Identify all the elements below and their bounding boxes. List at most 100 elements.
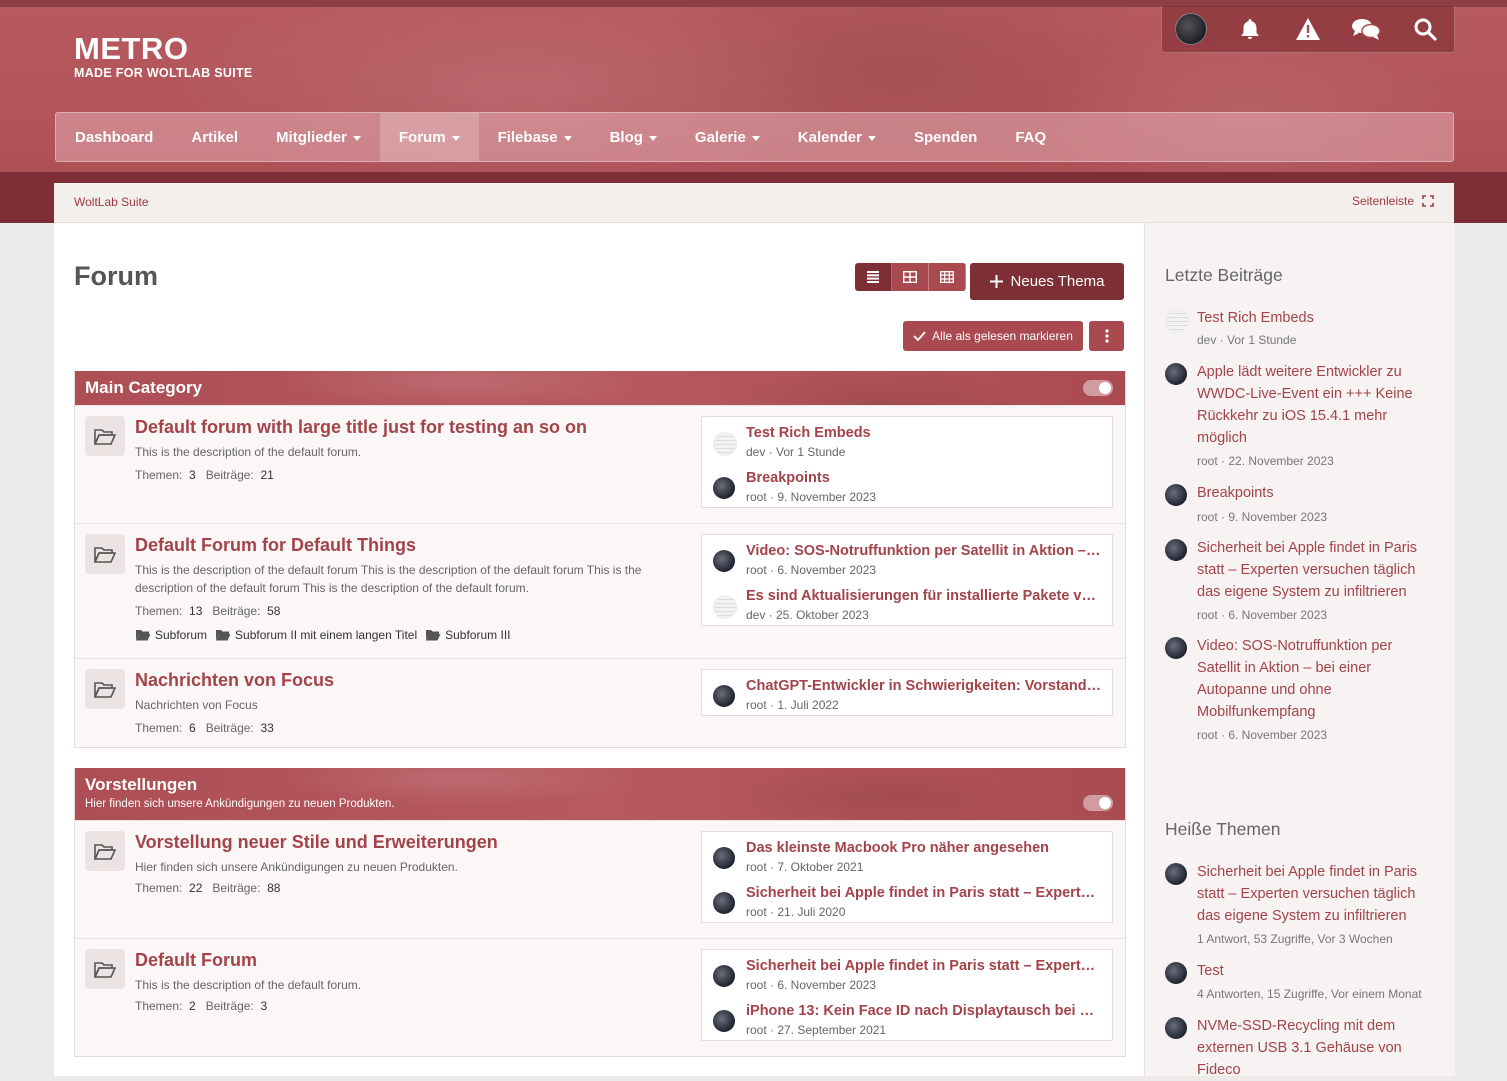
topics-count: 3 (189, 468, 196, 482)
sidebar-toggle-button[interactable]: Seitenleiste (1352, 194, 1434, 208)
sidebar-post-meta: root · 6. November 2023 (1197, 608, 1328, 622)
last-post-title[interactable]: Breakpoints (746, 470, 1102, 486)
last-post-item[interactable]: Breakpoints root · 9. November 2023 (702, 462, 1112, 507)
category-header[interactable]: Vorstellungen Hier finden sich unsere An… (75, 768, 1125, 820)
nav-galerie[interactable]: Galerie (676, 113, 779, 161)
last-posts-box: Video: SOS-Notruffunktion per Satellit i… (701, 534, 1113, 626)
moderation-button[interactable] (1291, 12, 1325, 46)
last-post-title[interactable]: Test Rich Embeds (746, 425, 1102, 441)
topics-count: 2 (189, 999, 196, 1013)
forum-title-link[interactable]: Nachrichten von Focus (135, 670, 334, 691)
user-avatar-button[interactable] (1174, 12, 1208, 46)
subforum-link[interactable]: Subforum II mit einem langen Titel (215, 628, 417, 642)
hot-topic-title[interactable]: Test (1197, 960, 1437, 982)
mark-all-read-button[interactable]: Alle als gelesen markieren (903, 321, 1083, 351)
posts-label: Beiträge: (212, 604, 261, 618)
sidebar-post-title[interactable]: Sicherheit bei Apple findet in Paris sta… (1197, 537, 1437, 603)
last-post-title[interactable]: iPhone 13: Kein Face ID nach Displaytaus… (746, 1003, 1102, 1019)
view-switcher (855, 263, 966, 291)
subforum-link[interactable]: Subforum III (425, 628, 511, 642)
topics-label: Themen: (135, 468, 183, 482)
sidebar-post-title[interactable]: Video: SOS-Notruffunktion per Satellit i… (1197, 635, 1437, 723)
last-post-item[interactable]: Test Rich Embeds dev · Vor 1 Stunde (702, 417, 1112, 462)
breadcrumb-home-link[interactable]: WoltLab Suite (74, 195, 149, 209)
nav-label: Forum (398, 128, 446, 146)
forum-description: Nachrichten von Focus (135, 698, 258, 712)
forum-title-link[interactable]: Default forum with large title just for … (135, 417, 587, 438)
avatar (713, 477, 735, 499)
sidebar-post-title[interactable]: Test Rich Embeds (1197, 307, 1437, 329)
table-view-button[interactable] (929, 263, 966, 291)
page-title: Forum (74, 261, 158, 291)
last-post-meta: root · 6. November 2023 (746, 563, 877, 577)
search-button[interactable] (1408, 12, 1442, 46)
list-view-button[interactable] (855, 263, 892, 291)
user-panel (1161, 6, 1455, 53)
nav-faq[interactable]: FAQ (996, 113, 1065, 161)
last-post-item[interactable]: iPhone 13: Kein Face ID nach Displaytaus… (702, 995, 1112, 1040)
new-thread-button[interactable]: Neues Thema (970, 263, 1124, 300)
nav-blog[interactable]: Blog (591, 113, 676, 161)
caret-down-icon (751, 135, 760, 141)
last-post-title[interactable]: ChatGPT-Entwickler in Schwierigkeiten: V… (746, 678, 1102, 694)
more-options-button[interactable] (1089, 321, 1124, 351)
forum-row[interactable]: Default Forum for Default Things This is… (75, 523, 1125, 658)
last-post-item[interactable]: Sicherheit bei Apple findet in Paris sta… (702, 950, 1112, 995)
nav-kalender[interactable]: Kalender (779, 113, 895, 161)
forum-title-link[interactable]: Vorstellung neuer Stile und Erweiterunge… (135, 832, 498, 853)
forum-stats: Themen: 2 Beiträge: 3 (135, 999, 267, 1013)
avatar (1165, 363, 1187, 385)
hot-topic-title[interactable]: Sicherheit bei Apple findet in Paris sta… (1197, 861, 1437, 927)
topics-label: Themen: (135, 999, 183, 1013)
forum-row[interactable]: Nachrichten von Focus Nachrichten von Fo… (75, 658, 1125, 747)
posts-count: 21 (260, 468, 274, 482)
folder-open-icon (136, 630, 151, 641)
forum-title-link[interactable]: Default Forum (135, 950, 257, 971)
check-icon (913, 331, 926, 341)
last-posts-box: Test Rich Embeds dev · Vor 1 Stunde Brea… (701, 416, 1113, 508)
forum-title-link[interactable]: Default Forum for Default Things (135, 535, 416, 556)
notifications-button[interactable] (1233, 12, 1267, 46)
category-collapse-toggle[interactable] (1083, 380, 1113, 396)
nav-artikel[interactable]: Artikel (172, 113, 257, 161)
posts-count: 58 (267, 604, 281, 618)
conversations-button[interactable] (1349, 12, 1383, 46)
sidebar-post-title[interactable]: Breakpoints (1197, 482, 1437, 504)
category-collapse-toggle[interactable] (1083, 795, 1113, 811)
hot-topic-title[interactable]: NVMe-SSD-Recycling mit dem externen USB … (1197, 1015, 1437, 1081)
last-post-item[interactable]: Video: SOS-Notruffunktion per Satellit i… (702, 535, 1112, 580)
forum-row[interactable]: Default Forum This is the description of… (75, 938, 1125, 1056)
last-post-title[interactable]: Sicherheit bei Apple findet in Paris sta… (746, 958, 1102, 974)
forum-stats: Themen: 3 Beiträge: 21 (135, 468, 274, 482)
last-posts-box: ChatGPT-Entwickler in Schwierigkeiten: V… (701, 669, 1113, 716)
last-post-title[interactable]: Video: SOS-Notruffunktion per Satellit i… (746, 543, 1102, 559)
avatar (713, 685, 735, 707)
last-post-item[interactable]: Das kleinste Macbook Pro näher angesehen… (702, 832, 1112, 877)
nav-filebase[interactable]: Filebase (479, 113, 591, 161)
subforum-link[interactable]: Subforum (135, 628, 207, 642)
last-post-title[interactable]: Sicherheit bei Apple findet in Paris sta… (746, 885, 1102, 901)
last-post-title[interactable]: Es sind Aktualisierungen für installiert… (746, 588, 1102, 604)
nav-label: Mitglieder (276, 128, 347, 146)
nav-dashboard[interactable]: Dashboard (56, 113, 172, 161)
nav-mitglieder[interactable]: Mitglieder (257, 113, 380, 161)
nav-forum[interactable]: Forum (379, 113, 479, 161)
last-post-item[interactable]: Es sind Aktualisierungen für installiert… (702, 580, 1112, 625)
hot-topic-meta: 4 Antworten, 15 Zugriffe, Vor einem Mona… (1197, 987, 1422, 1001)
forum-row[interactable]: Vorstellung neuer Stile und Erweiterunge… (75, 820, 1125, 938)
expand-icon (1422, 195, 1434, 207)
category-header[interactable]: Main Category (75, 371, 1125, 405)
last-post-title[interactable]: Das kleinste Macbook Pro näher angesehen (746, 840, 1102, 856)
sidebar-post-meta: root · 6. November 2023 (1197, 728, 1328, 742)
grid-view-button[interactable] (892, 263, 929, 291)
last-post-meta: root · 9. November 2023 (746, 490, 877, 504)
last-post-meta: root · 7. Oktober 2021 (746, 860, 864, 874)
nav-spenden[interactable]: Spenden (895, 113, 996, 161)
posts-label: Beiträge: (205, 721, 254, 735)
last-post-item[interactable]: Sicherheit bei Apple findet in Paris sta… (702, 877, 1112, 922)
forum-row[interactable]: Default forum with large title just for … (75, 405, 1125, 523)
site-logo[interactable]: METRO MADE FOR WOLTLAB SUITE (74, 32, 253, 81)
sidebar-post-title[interactable]: Apple lädt weitere Entwickler zu WWDC-Li… (1197, 361, 1437, 449)
last-post-item[interactable]: ChatGPT-Entwickler in Schwierigkeiten: V… (702, 670, 1112, 715)
folder-icon (85, 416, 125, 456)
